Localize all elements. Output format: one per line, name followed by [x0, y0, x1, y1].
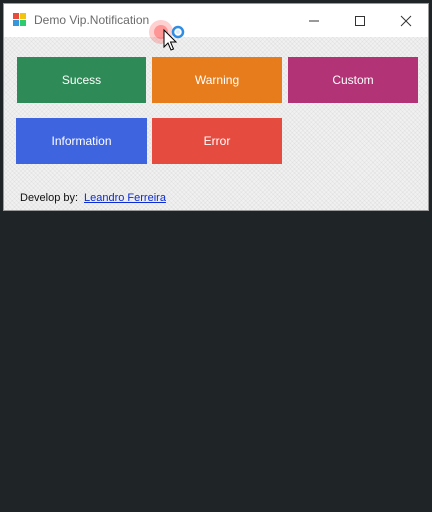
windows-form-icon — [13, 13, 27, 27]
developer-label: Develop by: — [20, 192, 79, 204]
custom-button-label: Custom — [332, 73, 374, 87]
close-button[interactable] — [383, 4, 429, 37]
warning-button[interactable]: Warning — [152, 57, 282, 103]
custom-button[interactable]: Custom — [288, 57, 418, 103]
information-button-label: Information — [51, 134, 112, 148]
close-icon — [400, 15, 412, 26]
error-button[interactable]: Error — [152, 118, 282, 164]
window-title: Demo Vip.Notification — [34, 13, 150, 27]
maximize-icon — [355, 15, 365, 26]
maximize-button[interactable] — [337, 4, 383, 37]
success-button[interactable]: Sucess — [17, 57, 146, 103]
arrow-busy-cursor-icon — [149, 20, 185, 51]
developer-link[interactable]: Leandro Ferreira — [84, 192, 166, 204]
minimize-icon — [309, 20, 319, 21]
information-button[interactable]: Information — [16, 118, 147, 164]
title-bar[interactable]: Demo Vip.Notification — [4, 4, 428, 37]
warning-button-label: Warning — [194, 73, 240, 87]
minimize-button[interactable] — [291, 4, 337, 37]
success-button-label: Sucess — [61, 73, 102, 87]
error-button-label: Error — [203, 134, 231, 148]
app-window: Demo Vip.Notification Sucess Warning Cus… — [3, 3, 429, 211]
